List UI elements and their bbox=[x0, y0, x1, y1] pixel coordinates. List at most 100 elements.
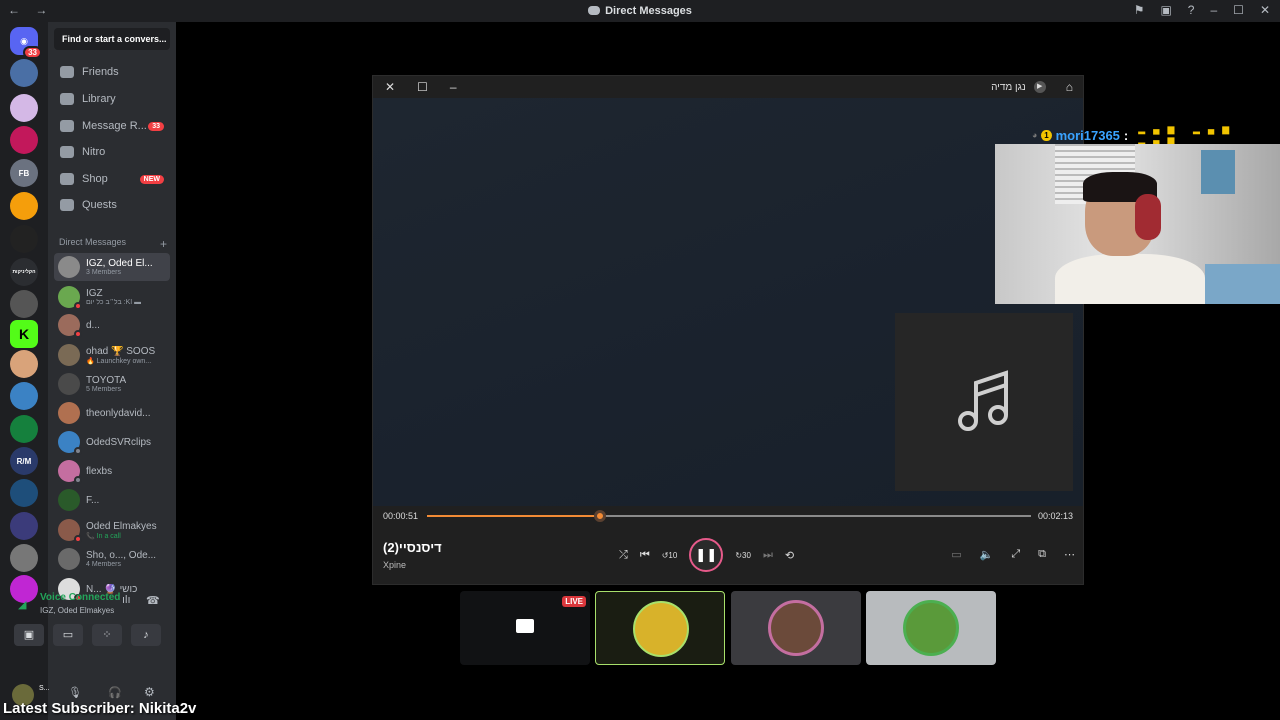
dm-item[interactable]: OdedSVRclips bbox=[54, 428, 170, 456]
envelope-icon bbox=[60, 120, 74, 132]
avatar bbox=[58, 460, 82, 484]
player-titlebar: ✕ ☐ – נגן מדיה ▶ ⌂ bbox=[373, 76, 1083, 98]
nav-shop[interactable]: Shop NEW bbox=[54, 168, 172, 190]
headphones-icon[interactable]: 🎧 bbox=[108, 686, 122, 699]
volume-icon[interactable]: 🔈 bbox=[980, 548, 994, 561]
pause-button[interactable]: ❚❚ bbox=[689, 538, 724, 572]
player-close-button[interactable]: ✕ bbox=[385, 80, 395, 94]
settings-gear-icon[interactable]: ⚙ bbox=[144, 685, 155, 699]
nav-message-requests[interactable]: Message R... 33 bbox=[54, 115, 172, 137]
dm-subtext: 5 Members bbox=[86, 386, 122, 393]
soundboard-button[interactable]: ♪ bbox=[131, 624, 161, 646]
dm-item[interactable]: TOYOTA 5 Members bbox=[54, 370, 170, 398]
home-icon[interactable]: ⌂ bbox=[1066, 80, 1073, 94]
player-app-title: נגן מדיה bbox=[991, 81, 1026, 93]
dm-name: Sho, o..., Ode... bbox=[86, 550, 157, 561]
close-button[interactable]: ✕ bbox=[1260, 3, 1270, 17]
skip-back-icon[interactable]: ↺10 bbox=[662, 551, 678, 560]
dm-item[interactable]: Sho, o..., Ode... 4 Members bbox=[54, 545, 170, 573]
player-maximize-button[interactable]: ☐ bbox=[417, 80, 428, 94]
seek-bar[interactable] bbox=[427, 510, 1031, 522]
dm-name: OdedSVRclips bbox=[86, 436, 152, 448]
avatar bbox=[58, 548, 80, 570]
screen-share-tile[interactable]: LIVE bbox=[460, 591, 590, 665]
nav-quests-label: Quests bbox=[82, 199, 117, 211]
dm-item[interactable]: IGZ בל״ב כל יום :KI ▬ bbox=[54, 283, 170, 311]
cam-headphones bbox=[1135, 194, 1161, 240]
inbox-icon[interactable]: ▣ bbox=[1160, 3, 1171, 17]
quests-icon bbox=[60, 199, 74, 211]
participant-tile[interactable] bbox=[866, 591, 996, 665]
server-icon-6[interactable] bbox=[10, 225, 38, 253]
nav-friends[interactable]: Friends bbox=[54, 61, 172, 83]
chat-emote: ◕ bbox=[1032, 130, 1038, 140]
activities-button[interactable]: ⁘ bbox=[92, 624, 122, 646]
dm-subtext: 🔥 Launchkey own... bbox=[86, 357, 152, 365]
server-icon-5[interactable] bbox=[10, 192, 38, 220]
dm-name: ohad 🏆 SOOS bbox=[86, 345, 156, 357]
server-icon-16[interactable] bbox=[10, 544, 38, 572]
help-icon[interactable]: ? bbox=[1188, 3, 1195, 17]
server-icon-steam[interactable] bbox=[10, 479, 38, 507]
server-icon-10[interactable] bbox=[10, 350, 38, 378]
avatar bbox=[58, 489, 80, 511]
flag-icon[interactable]: ⚑ bbox=[1134, 3, 1145, 17]
server-icon-8[interactable] bbox=[10, 290, 38, 318]
dm-item[interactable]: IGZ, Oded El... 3 Members bbox=[54, 253, 170, 281]
server-icon-2[interactable] bbox=[10, 94, 38, 122]
player-minimize-button[interactable]: – bbox=[450, 80, 457, 94]
minimize-button[interactable]: – bbox=[1210, 3, 1217, 17]
server-icon-kick[interactable]: K bbox=[10, 320, 38, 348]
server-icon-12[interactable] bbox=[10, 415, 38, 443]
mini-player-icon[interactable]: ⧉ bbox=[1038, 548, 1046, 561]
find-conversation-input[interactable]: Find or start a convers... bbox=[54, 28, 170, 50]
dm-name: d... bbox=[86, 319, 100, 331]
dm-item[interactable]: F... bbox=[54, 486, 170, 514]
voice-panel: ◢ Voice Connected IGZ, Oded Elmakyes ılı… bbox=[6, 588, 170, 678]
create-dm-button[interactable]: + bbox=[160, 237, 167, 251]
fullscreen-icon[interactable]: ⤢ bbox=[1011, 548, 1020, 561]
server-icon-11[interactable] bbox=[10, 382, 38, 410]
avatar bbox=[58, 431, 82, 455]
server-icon-4[interactable]: FB bbox=[10, 159, 38, 187]
camera-button[interactable]: ▣ bbox=[14, 624, 44, 646]
nav-nitro[interactable]: Nitro bbox=[54, 141, 172, 163]
microphone-icon[interactable]: 🎙 bbox=[68, 686, 82, 699]
emote-bars: ▂▄▆ ▂▄▆ ▂▄▆ bbox=[1138, 124, 1238, 145]
media-player-logo-icon: ▶ bbox=[1033, 81, 1046, 93]
server-icon-rm[interactable]: R/M bbox=[10, 447, 38, 475]
captions-icon[interactable]: ▭ bbox=[951, 548, 961, 561]
noise-suppression-icon[interactable]: ılı bbox=[122, 594, 131, 606]
nav-library[interactable]: Library bbox=[54, 88, 172, 110]
dm-item[interactable]: d... bbox=[54, 311, 170, 339]
seek-handle[interactable] bbox=[593, 510, 606, 522]
current-time: 00:00:51 bbox=[383, 511, 419, 521]
player-extra-controls: ▭ 🔈 ⤢ ⧉ ⋯ bbox=[951, 548, 1075, 561]
next-track-icon[interactable]: ⏭ bbox=[763, 549, 773, 562]
avatar bbox=[58, 344, 80, 366]
dm-item[interactable]: theonlydavid... bbox=[54, 399, 170, 427]
more-options-icon[interactable]: ⋯ bbox=[1064, 548, 1075, 561]
screen-share-button[interactable]: ▭ bbox=[53, 624, 83, 646]
server-icon-3[interactable] bbox=[10, 126, 38, 154]
previous-track-icon[interactable]: ⏮ bbox=[640, 549, 650, 562]
server-icon-1[interactable] bbox=[10, 59, 38, 87]
dm-item[interactable]: ohad 🏆 SOOS 🔥 Launchkey own... bbox=[54, 341, 170, 369]
disconnect-icon[interactable]: ☎ bbox=[146, 594, 160, 607]
repeat-icon[interactable]: ⟲ bbox=[785, 549, 794, 562]
maximize-button[interactable]: ☐ bbox=[1233, 3, 1244, 17]
voice-channel-name[interactable]: IGZ, Oded Elmakyes bbox=[40, 606, 114, 615]
skip-forward-icon[interactable]: ↻30 bbox=[735, 551, 751, 560]
nav-quests[interactable]: Quests bbox=[54, 194, 172, 216]
participant-tile[interactable] bbox=[595, 591, 725, 665]
dm-item[interactable]: flexbs bbox=[54, 457, 170, 485]
seek-progress bbox=[427, 515, 600, 517]
video-area bbox=[373, 98, 1083, 506]
participant-tile[interactable] bbox=[731, 591, 861, 665]
dm-item[interactable]: Oded Elmakyes 📞 In a call bbox=[54, 516, 170, 544]
home-button[interactable]: ◉ 33 bbox=[10, 27, 42, 59]
server-icon-7[interactable]: הקליניקות bbox=[10, 258, 38, 286]
server-icon-15[interactable] bbox=[10, 512, 38, 540]
shuffle-icon[interactable]: ⤮ bbox=[619, 549, 628, 562]
avatar bbox=[58, 314, 82, 338]
